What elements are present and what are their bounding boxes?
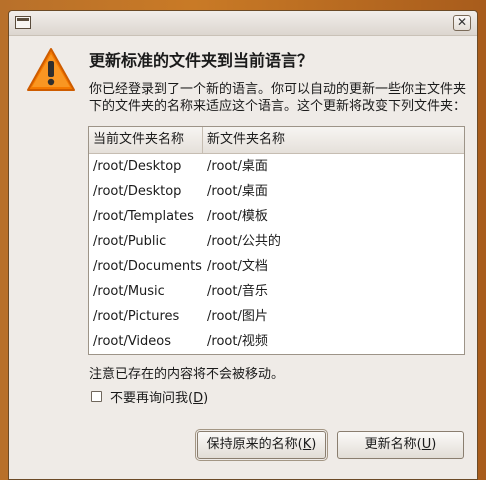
table-row[interactable]: /root/Documents /root/文档 <box>89 256 464 281</box>
table-row[interactable]: /root/Music /root/音乐 <box>89 281 464 306</box>
current-folder-cell: /root/Documents <box>93 259 202 274</box>
current-folder-cell: /root/Videos <box>93 334 172 349</box>
warning-icon <box>27 48 75 91</box>
dialog-description: 你已经登录到了一个新的语言。你可以自动的更新一些你主文件夹下的文件夹的名称来适应… <box>89 82 467 114</box>
close-icon: ✕ <box>456 15 468 29</box>
current-folder-cell: /root/Pictures <box>93 309 180 324</box>
table-row[interactable]: /root/Desktop /root/桌面 <box>89 181 464 206</box>
checkbox-mnemonic: D <box>193 391 204 406</box>
current-folder-cell: /root/Music <box>93 284 165 299</box>
title-bar[interactable]: ✕ <box>9 11 477 36</box>
current-folder-cell: /root/Desktop <box>93 184 182 199</box>
table-header: 当前文件夹名称 新文件夹名称 <box>89 127 464 154</box>
keep-button-label: 保持原来的名称( <box>206 437 303 452</box>
column-header-current[interactable]: 当前文件夹名称 <box>89 127 203 153</box>
keep-old-names-button[interactable]: 保持原来的名称(K) <box>195 429 328 461</box>
close-button[interactable]: ✕ <box>453 15 471 31</box>
keep-button-mnemonic: K <box>302 437 312 452</box>
current-folder-cell: /root/Public <box>93 234 167 249</box>
new-folder-cell: /root/桌面 <box>207 184 268 199</box>
new-folder-cell: /root/音乐 <box>207 284 268 299</box>
checkbox-label-prefix: 不要再询问我( <box>110 391 194 406</box>
new-folder-cell: /root/文档 <box>207 259 268 274</box>
update-button-label: 更新名称( <box>364 437 422 452</box>
current-folder-cell: /root/Templates <box>93 209 194 224</box>
checkbox-label[interactable]: 不要再询问我(D) <box>110 387 208 406</box>
table-row[interactable]: /root/Pictures /root/图片 <box>89 306 464 331</box>
new-folder-cell: /root/公共的 <box>207 234 281 249</box>
new-folder-cell: /root/视频 <box>207 334 268 349</box>
window-menu-icon[interactable] <box>15 16 31 29</box>
dialog-title: 更新标准的文件夹到当前语言？ <box>89 51 314 70</box>
dialog-window: ✕ 更新标准的文件夹到当前语言？ 你已经登录到了一个新的语言。你可以自动的更新一… <box>8 10 478 480</box>
column-header-new[interactable]: 新文件夹名称 <box>203 127 285 153</box>
new-folder-cell: /root/桌面 <box>207 159 268 174</box>
table-row[interactable]: /root/Public /root/公共的 <box>89 231 464 256</box>
update-names-button[interactable]: 更新名称(U) <box>337 431 464 459</box>
table-row[interactable]: /root/Templates /root/模板 <box>89 206 464 231</box>
new-folder-cell: /root/图片 <box>207 309 268 324</box>
table-body: /root/Desktop /root/桌面 /root/Desktop /ro… <box>89 154 464 354</box>
keep-button-suffix: ) <box>311 437 317 452</box>
note-text: 注意已存在的内容将不会被移动。 <box>89 367 285 382</box>
new-folder-cell: /root/模板 <box>207 209 268 224</box>
current-folder-cell: /root/Desktop <box>93 159 182 174</box>
folder-table[interactable]: 当前文件夹名称 新文件夹名称 /root/Desktop /root/桌面 /r… <box>88 126 465 355</box>
checkbox-box[interactable] <box>91 391 102 402</box>
dont-ask-again-checkbox[interactable]: 不要再询问我(D) <box>91 387 208 406</box>
table-row[interactable]: /root/Videos /root/视频 <box>89 331 464 354</box>
update-button-suffix: ) <box>431 437 437 452</box>
checkbox-label-suffix: ) <box>203 391 209 406</box>
update-button-mnemonic: U <box>421 437 432 452</box>
table-row[interactable]: /root/Desktop /root/桌面 <box>89 156 464 181</box>
